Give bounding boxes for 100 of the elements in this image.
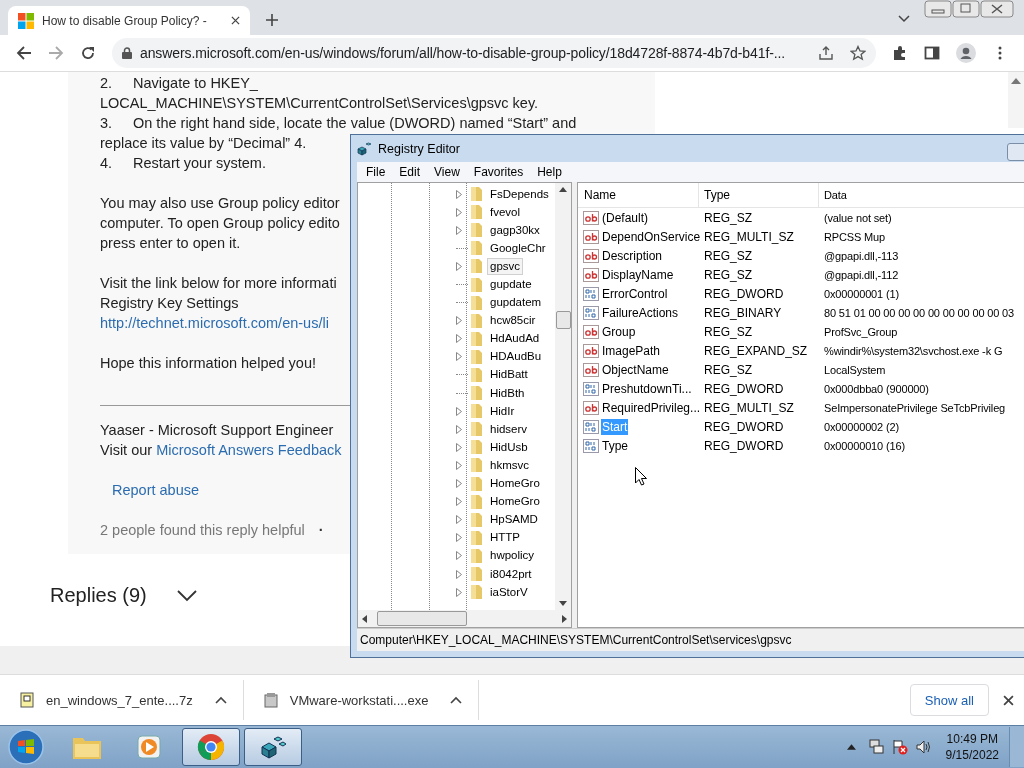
forward-icon[interactable] (48, 45, 64, 61)
reload-icon[interactable] (80, 45, 96, 61)
tree-item[interactable]: HDAudBu (487, 348, 545, 366)
chevron-down-icon[interactable] (898, 15, 910, 23)
scroll-thumb[interactable] (555, 311, 571, 329)
table-cell-text: (value not set) (823, 211, 893, 224)
scroll-left-icon[interactable] (362, 614, 367, 623)
tree-item[interactable]: hwpolicy (487, 547, 538, 565)
folder-icon (468, 276, 484, 293)
scrollbar[interactable] (1008, 72, 1024, 128)
close-icon[interactable] (1003, 694, 1014, 706)
folder-icon (468, 529, 484, 546)
download-item[interactable]: VMware-workstati....exe (243, 680, 480, 720)
share-icon[interactable] (818, 45, 834, 61)
lock-icon (122, 47, 132, 59)
tree-item[interactable]: gpsvc (487, 257, 524, 275)
tree-item[interactable]: hkmsvc (487, 456, 532, 474)
tree-item[interactable]: fvevol (487, 203, 524, 221)
tree-item[interactable]: HpSAMD (487, 511, 541, 529)
tree-item[interactable]: HidIr (487, 402, 518, 420)
menu-item[interactable]: Help (530, 165, 569, 179)
tree-item[interactable]: HTTP (487, 529, 524, 547)
value-name[interactable]: FailureActions (601, 304, 680, 321)
start-button[interactable] (8, 729, 44, 765)
menu-item[interactable]: Edit (392, 165, 428, 179)
value-name[interactable]: ImagePath (601, 342, 662, 359)
column-header[interactable]: Name (578, 183, 699, 207)
clock-date[interactable]: 9/15/2022 (945, 747, 999, 763)
tree-item[interactable]: gupdate (487, 276, 535, 293)
tree-item[interactable]: HdAudAd (487, 330, 543, 348)
tree-item[interactable]: hcw85cir (487, 312, 539, 330)
value-name[interactable]: RequiredPrivileg... (601, 399, 702, 416)
caret-up-icon (214, 696, 227, 704)
address-bar[interactable]: answers.microsoft.com/en-us/windows/forum/all/how-to-disable-group-policy/18d4728f-8874-4b7d-b41f-... (112, 38, 876, 68)
scrollbar[interactable] (358, 610, 571, 627)
text-line: You may also use Group policy editor (100, 194, 340, 213)
scroll-right-icon[interactable] (562, 614, 567, 623)
tree-item[interactable]: HidUsb (487, 438, 531, 456)
feedback-link[interactable]: Microsoft Answers Feedback (156, 440, 342, 460)
browser-tab[interactable]: How to disable Group Policy? - (8, 6, 250, 35)
show-all-button[interactable]: Show all (909, 684, 989, 716)
tree-item[interactable]: HomeGro (487, 475, 543, 493)
scrollbar[interactable] (555, 183, 571, 610)
text-line: On the right hand side, locate the value (DWORD) named “Start” and (133, 114, 577, 133)
value-name[interactable]: Description (601, 247, 664, 264)
archive-file-icon (20, 692, 34, 708)
tree-item[interactable]: i8042prt (487, 565, 535, 583)
scroll-thumb[interactable] (377, 611, 467, 626)
tree-item[interactable]: gupdatem (487, 294, 545, 312)
text-link[interactable]: http://technet.microsoft.com/en-us/li (100, 313, 329, 333)
column-header[interactable]: Data (819, 183, 1024, 207)
new-tab-icon[interactable] (266, 14, 278, 26)
back-icon[interactable] (16, 45, 32, 61)
tree-item[interactable]: HidBth (487, 384, 528, 402)
menu-item[interactable]: File (359, 165, 393, 179)
menu-item[interactable]: Favorites (466, 165, 531, 179)
value-name[interactable]: ErrorControl (601, 285, 669, 302)
close-icon[interactable] (231, 16, 240, 25)
scroll-up-icon[interactable] (1011, 78, 1021, 84)
string-value-icon (583, 400, 599, 415)
table-cell-text: REG_DWORD (703, 286, 785, 301)
tree-item[interactable]: iaStorV (487, 583, 531, 601)
taskbar-button[interactable] (244, 728, 302, 766)
scroll-down-icon[interactable] (559, 601, 567, 606)
window-controls[interactable] (924, 0, 1014, 20)
star-icon[interactable] (850, 45, 866, 61)
tree-item[interactable]: hidserv (487, 420, 531, 438)
tree-item[interactable]: FsDepends (487, 185, 552, 203)
flag-icon[interactable] (891, 739, 908, 755)
expand-arrow-icon[interactable] (456, 261, 462, 271)
tree-item[interactable]: HomeGro (487, 493, 543, 511)
side-panel-icon[interactable] (924, 45, 940, 61)
table-cell-text: REG_DWORD (703, 419, 785, 434)
tray-arrow-icon[interactable] (846, 744, 856, 750)
tree-item[interactable]: gagp30kx (487, 221, 543, 239)
tree-item[interactable]: GoogleChr (487, 239, 549, 257)
puzzle-icon[interactable] (892, 45, 908, 61)
value-name[interactable]: PreshutdownTi... (601, 380, 693, 397)
value-name[interactable]: DependOnService (601, 228, 702, 245)
value-name[interactable]: Group (601, 323, 637, 340)
speaker-icon[interactable] (915, 739, 932, 755)
tree-item[interactable]: HidBatt (487, 366, 531, 384)
folder-icon (468, 222, 484, 239)
value-name[interactable]: (Default) (601, 209, 649, 226)
menu-item[interactable]: View (427, 165, 467, 179)
value-name[interactable]: ObjectName (601, 361, 670, 378)
download-item[interactable]: en_windows_7_ente....7z (0, 680, 244, 720)
network-icon[interactable] (867, 739, 884, 755)
window-title: Registry Editor (378, 141, 460, 156)
replies-toggle[interactable]: Replies (9) (50, 584, 197, 607)
folder-icon (468, 547, 484, 564)
value-name[interactable]: Type (601, 437, 629, 454)
scroll-up-icon[interactable] (559, 187, 567, 192)
clock-time[interactable]: 10:49 PM (946, 731, 998, 747)
report-abuse-link[interactable]: Report abuse (112, 482, 200, 498)
taskbar-button[interactable] (182, 728, 240, 766)
value-name[interactable]: DisplayName (601, 266, 675, 283)
column-header[interactable]: Type (699, 183, 819, 207)
profile-icon[interactable] (956, 43, 976, 63)
media-player-icon (135, 733, 163, 761)
